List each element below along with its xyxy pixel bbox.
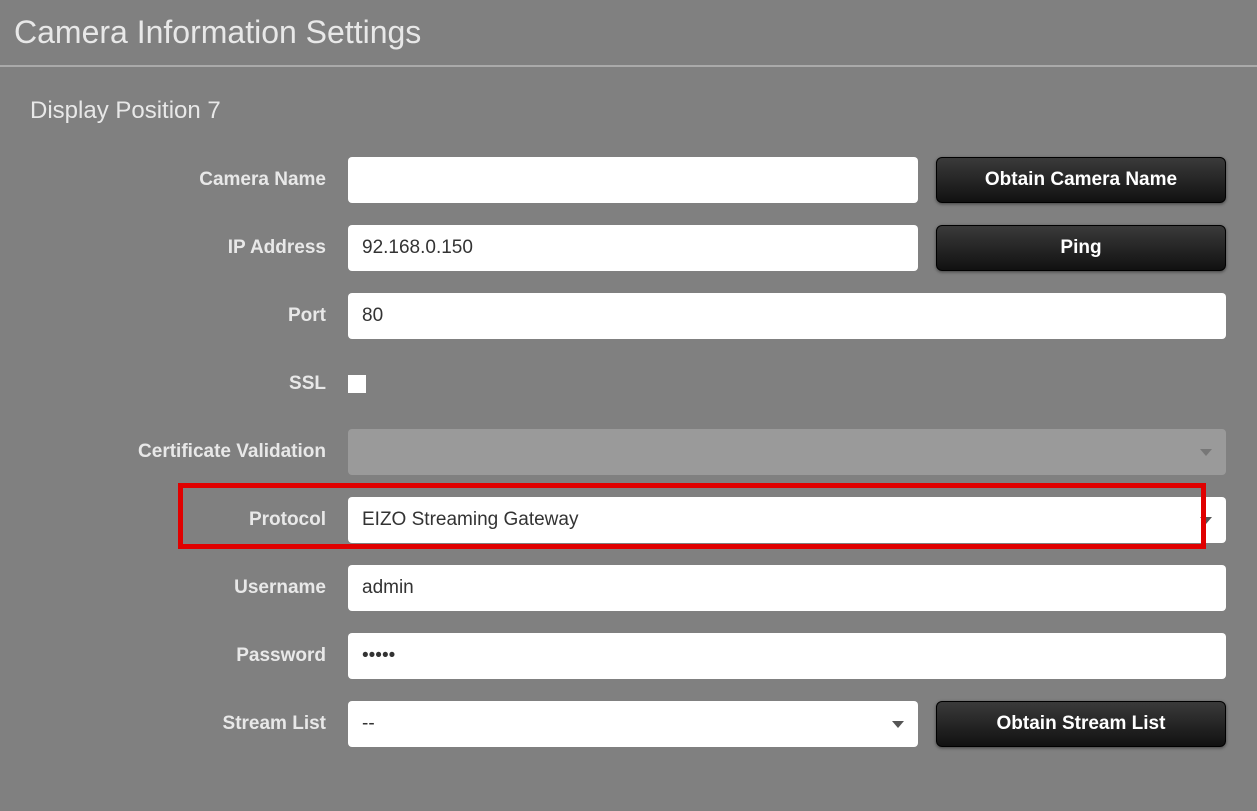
username-input[interactable]	[348, 565, 1226, 611]
page-title: Camera Information Settings	[0, 0, 1257, 67]
obtain-camera-name-button[interactable]: Obtain Camera Name	[936, 157, 1226, 203]
ping-button[interactable]: Ping	[936, 225, 1226, 271]
protocol-label: Protocol	[30, 509, 348, 531]
row-ip-address: IP Address Ping	[30, 225, 1227, 271]
port-label: Port	[30, 305, 348, 327]
protocol-value: EIZO Streaming Gateway	[362, 509, 578, 531]
row-port: Port	[30, 293, 1227, 339]
stream-list-select[interactable]: --	[348, 701, 918, 747]
ssl-label: SSL	[30, 373, 348, 395]
chevron-down-icon	[1200, 449, 1212, 456]
chevron-down-icon	[892, 721, 904, 728]
row-username: Username	[30, 565, 1227, 611]
chevron-down-icon	[1200, 517, 1212, 524]
port-input[interactable]	[348, 293, 1226, 339]
ip-address-label: IP Address	[30, 237, 348, 259]
row-camera-name: Camera Name Obtain Camera Name	[30, 157, 1227, 203]
protocol-select[interactable]: EIZO Streaming Gateway	[348, 497, 1226, 543]
row-stream-list: Stream List -- Obtain Stream List	[30, 701, 1227, 747]
password-label: Password	[30, 645, 348, 667]
camera-name-label: Camera Name	[30, 169, 348, 191]
ssl-checkbox[interactable]	[348, 375, 366, 393]
settings-form: Camera Name Obtain Camera Name IP Addres…	[0, 125, 1257, 747]
stream-list-label: Stream List	[30, 713, 348, 735]
stream-list-value: --	[362, 713, 375, 735]
row-ssl: SSL	[30, 361, 1227, 407]
cert-validation-label: Certificate Validation	[30, 441, 348, 463]
camera-name-input[interactable]	[348, 157, 918, 203]
ip-address-input[interactable]	[348, 225, 918, 271]
password-input[interactable]	[348, 633, 1226, 679]
row-cert-validation: Certificate Validation	[30, 429, 1227, 475]
section-title: Display Position 7	[0, 67, 1257, 125]
obtain-stream-list-button[interactable]: Obtain Stream List	[936, 701, 1226, 747]
row-password: Password	[30, 633, 1227, 679]
cert-validation-select[interactable]	[348, 429, 1226, 475]
row-protocol: Protocol EIZO Streaming Gateway	[30, 497, 1227, 543]
username-label: Username	[30, 577, 348, 599]
